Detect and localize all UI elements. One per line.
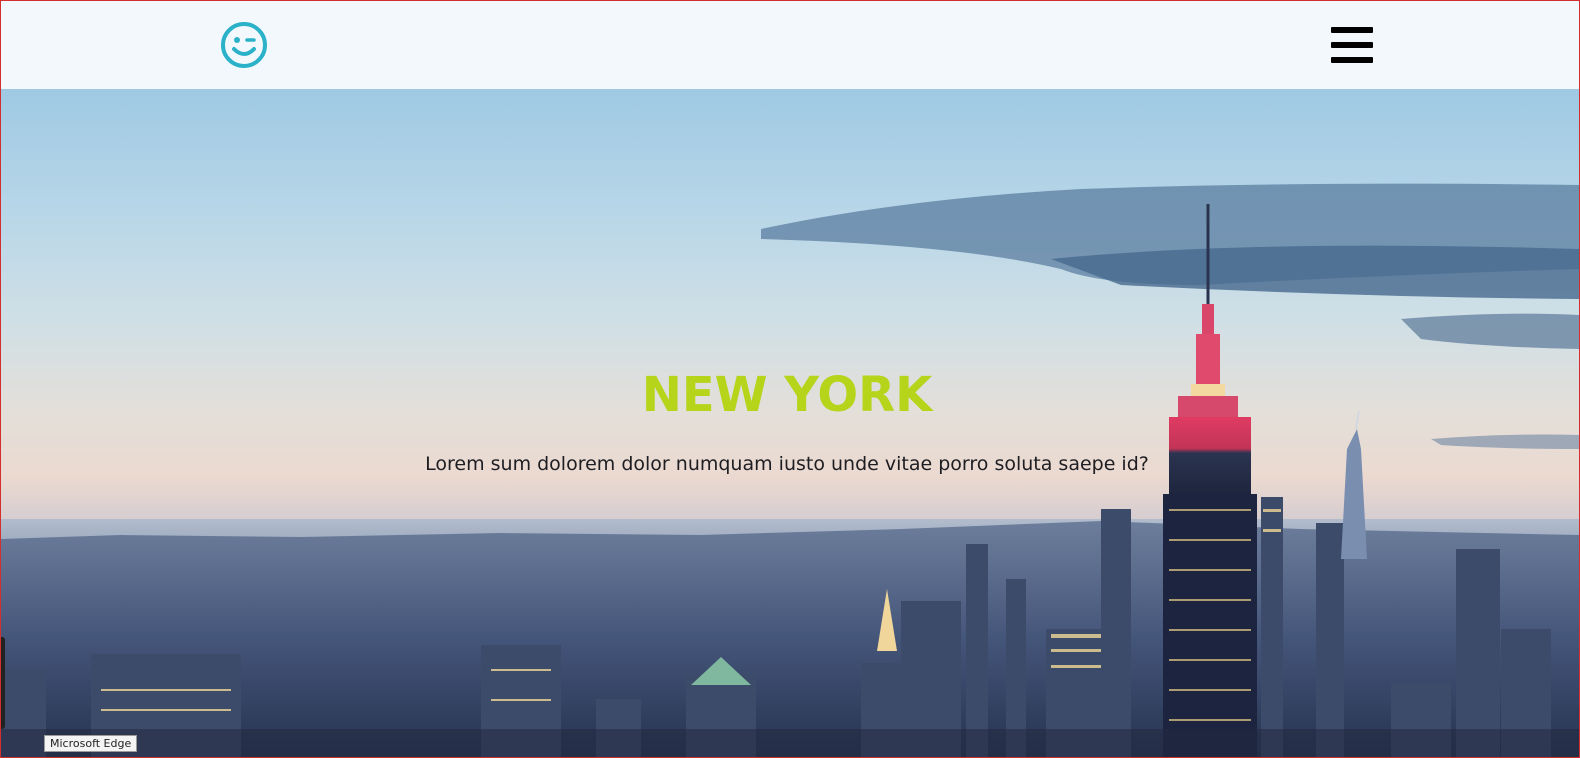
edge-handle[interactable] — [1, 637, 5, 729]
hero-title: NEW YORK — [641, 367, 933, 423]
new-york-skyline-image — [1, 183, 1579, 757]
menu-bar-middle — [1331, 42, 1373, 48]
taskbar-tooltip: Microsoft Edge — [44, 735, 138, 752]
browser-viewport: NEW YORK Lorem sum dolorem dolor numquam… — [0, 0, 1580, 758]
hero-subtitle: Lorem sum dolorem dolor numquam iusto un… — [425, 453, 1149, 475]
hamburger-menu-icon[interactable] — [1331, 25, 1375, 65]
navbar — [1, 1, 1579, 89]
hero-section: NEW YORK Lorem sum dolorem dolor numquam… — [1, 89, 1579, 757]
winking-smiley-icon[interactable] — [220, 21, 268, 69]
menu-bar-bottom — [1331, 57, 1373, 63]
menu-bar-top — [1331, 27, 1373, 33]
